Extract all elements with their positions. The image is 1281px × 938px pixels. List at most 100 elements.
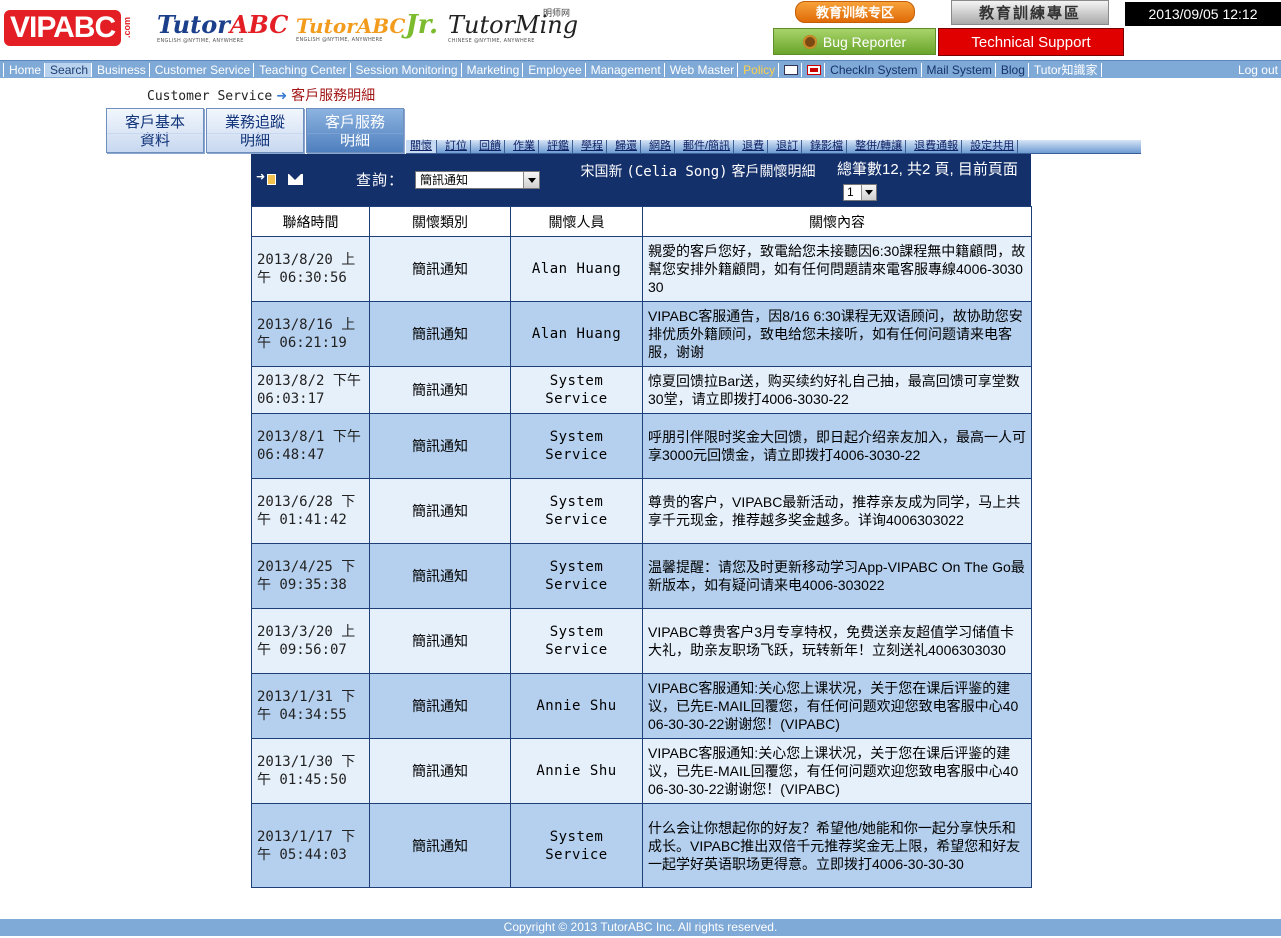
bug-icon — [802, 35, 817, 49]
arrow-right-icon: ➜ — [276, 89, 288, 104]
subtab-merge-transfer[interactable]: 整併/轉讓 — [847, 140, 907, 153]
pagination-info: 總筆數12, 共2 頁, 目前頁面 1 — [837, 161, 1018, 201]
footer-copyright: Copyright © 2013 TutorABC Inc. All right… — [0, 919, 1281, 936]
subtab-refund[interactable]: 退費 — [734, 140, 769, 153]
nav-blog[interactable]: Blog — [996, 62, 1029, 77]
page-select[interactable]: 1 — [843, 184, 877, 201]
training-zone-button[interactable]: 教育训练专区 — [795, 1, 915, 23]
query-label: 查詢： — [356, 172, 405, 189]
care-content-cell: VIPABC客服通知:关心您上课状况，关于您在课后评鉴的建议，已先E-MAIL回… — [642, 673, 1032, 739]
nav-business[interactable]: Business — [92, 62, 150, 77]
care-staff-cell: System Service — [510, 478, 643, 544]
phone-icon — [807, 64, 822, 75]
vipabc-logo[interactable]: VIPABC .com — [4, 9, 142, 47]
subtab-return[interactable]: 歸還 — [607, 140, 641, 153]
care-content-cell: 温馨提醒：请您及时更新移动学习App-VIPABC On The Go最新版本，… — [642, 543, 1032, 609]
care-type-cell: 簡訊通知 — [369, 478, 511, 544]
care-type-cell: 簡訊通知 — [369, 236, 511, 302]
care-staff-cell: Annie Shu — [510, 738, 643, 804]
subtab-unsubscribe[interactable]: 退訂 — [768, 140, 803, 153]
main-nav: Home Search Business Customer Service Te… — [0, 60, 1281, 78]
table-row: 2013/8/20 上午 06:30:56 簡訊通知 Alan Huang 親愛的客戶… — [251, 236, 1032, 302]
subtab-booking[interactable]: 訂位 — [437, 140, 471, 153]
current-datetime: 2013/09/05 12:12 — [1125, 2, 1281, 26]
nav-home[interactable]: Home — [3, 62, 46, 77]
message-icon — [784, 64, 799, 75]
nav-session-monitoring[interactable]: Session Monitoring — [351, 62, 462, 77]
care-type-cell: 簡訊通知 — [369, 366, 511, 414]
care-content-cell: 什么会让你想起你的好友？希望他/她能和你一起分享快乐和成长。VIPABC推出双倍… — [642, 803, 1032, 888]
care-type-cell: 簡訊通知 — [369, 301, 511, 367]
nav-employee[interactable]: Employee — [523, 62, 586, 77]
training-zone-tw-button[interactable]: 教育訓練專區 — [951, 0, 1109, 25]
care-staff-cell: System Service — [510, 543, 643, 609]
contact-time-cell: 2013/8/20 上午 06:30:56 — [251, 236, 370, 302]
table-body: 2013/8/20 上午 06:30:56 簡訊通知 Alan Huang 親愛的客戶… — [251, 236, 1032, 888]
logout-link[interactable]: Log out — [1238, 63, 1278, 77]
care-staff-cell: System Service — [510, 803, 643, 888]
tab-customer-basic-info[interactable]: 客戶基本 資料 — [106, 108, 204, 153]
panel-title: 宋国新 (Celia Song) 客戶關懷明細 — [580, 163, 816, 180]
nav-message[interactable] — [779, 62, 803, 77]
nav-policy[interactable]: Policy — [738, 62, 780, 77]
chevron-down-icon — [861, 185, 876, 200]
subtab-care[interactable]: 關懷 — [406, 140, 437, 153]
tutorming-logo[interactable]: 明师网 TutorMing CHINESE @NYTIME, ANYWHERE — [448, 6, 578, 50]
header: VIPABC .com TutorABC ENGLISH @NYTIME, AN… — [0, 0, 1281, 58]
care-staff-cell: System Service — [510, 608, 643, 674]
care-type-cell: 簡訊通知 — [369, 608, 511, 674]
care-records-table: 聯絡時間 關懷類別 關懷人員 關懷內容 2013/8/20 上午 06:30:5… — [251, 206, 1032, 888]
care-type-cell: 簡訊通知 — [369, 413, 511, 479]
subtab-evaluation[interactable]: 評鑑 — [539, 140, 573, 153]
tab-business-tracking[interactable]: 業務追蹤 明細 — [206, 108, 304, 153]
tutorabc-logo[interactable]: TutorABC ENGLISH @NYTIME, ANYWHERE — [157, 6, 288, 50]
subtab-network[interactable]: 網路 — [641, 140, 675, 153]
mail-icon[interactable] — [288, 174, 303, 185]
nav-phone[interactable] — [802, 62, 826, 77]
nav-checkin-system[interactable]: CheckIn System — [825, 62, 922, 77]
table-row: 2013/1/31 下午 04:34:55 簡訊通知 Annie Shu VIPABC… — [251, 673, 1032, 739]
contact-time-cell: 2013/1/30 下午 01:45:50 — [251, 738, 370, 804]
subtab-recordings[interactable]: 錄影檔 — [802, 140, 848, 153]
nav-tutor-knowledge[interactable]: Tutor知識家 — [1029, 62, 1102, 77]
subtab-homework[interactable]: 作業 — [505, 140, 539, 153]
nav-customer-service[interactable]: Customer Service — [150, 62, 255, 77]
table-row: 2013/3/20 上午 09:56:07 簡訊通知 System Service V… — [251, 608, 1032, 674]
nav-mail-system[interactable]: Mail System — [922, 62, 996, 77]
subtab-feedback[interactable]: 回饋 — [471, 140, 505, 153]
contact-time-cell: 2013/3/20 上午 09:56:07 — [251, 608, 370, 674]
table-row: 2013/1/17 下午 05:44:03 簡訊通知 System Service 什… — [251, 803, 1032, 888]
care-staff-cell: System Service — [510, 413, 643, 479]
care-staff-cell: Alan Huang — [510, 301, 643, 367]
contact-time-cell: 2013/1/17 下午 05:44:03 — [251, 803, 370, 888]
technical-support-button[interactable]: Technical Support — [938, 28, 1124, 56]
breadcrumb-section[interactable]: Customer Service — [147, 89, 272, 104]
care-content-cell: 惊夏回馈拉Bar送，购买续约好礼自己抽，最高回馈可享堂数30堂，请立即拨打400… — [642, 366, 1032, 414]
nav-search[interactable]: Search — [45, 62, 93, 77]
table-row: 2013/8/2 下午 06:03:17 簡訊通知 System Service 惊夏… — [251, 366, 1032, 414]
sub-tab-bar: 關懷 訂位 回饋 作業 評鑑 學程 歸還 網路 郵件/簡訊 退費 退訂 錄影檔 … — [406, 140, 1141, 154]
subtab-mail-sms[interactable]: 郵件/簡訊 — [675, 140, 735, 153]
nav-management[interactable]: Management — [586, 62, 665, 77]
contact-time-cell: 2013/4/25 下午 09:35:38 — [251, 543, 370, 609]
tutorabc-jr-logo[interactable]: TutorABCJr. ENGLISH @NYTIME, ANYWHERE — [296, 6, 438, 50]
nav-marketing[interactable]: Marketing — [462, 62, 524, 77]
care-content-cell: VIPABC客服通知:关心您上课状况，关于您在课后评鉴的建议，已先E-MAIL回… — [642, 738, 1032, 804]
subtab-refund-notice[interactable]: 退費通報 — [906, 140, 963, 153]
export-icon[interactable] — [256, 170, 276, 185]
nav-web-master[interactable]: Web Master — [665, 62, 739, 77]
nav-teaching-center[interactable]: Teaching Center — [254, 62, 351, 77]
subtab-sharing-settings[interactable]: 設定共用 — [962, 140, 1019, 153]
contact-time-cell: 2013/6/28 下午 01:41:42 — [251, 478, 370, 544]
query-type-select[interactable]: 簡訊通知 — [415, 171, 540, 189]
care-content-cell: VIPABC尊贵客户3月专享特权，免费送亲友超值学习储值卡大礼，助亲友职场飞跃，… — [642, 608, 1032, 674]
table-row: 2013/6/28 下午 01:41:42 簡訊通知 System Service 尊… — [251, 478, 1032, 544]
table-row: 2013/8/16 上午 06:21:19 簡訊通知 Alan Huang VIPAB… — [251, 301, 1032, 367]
column-header: 關懷人員 — [510, 206, 643, 237]
contact-time-cell: 2013/8/2 下午 06:03:17 — [251, 366, 370, 414]
tab-customer-service-detail[interactable]: 客戶服務 明細 — [306, 108, 404, 153]
bug-reporter-button[interactable]: Bug Reporter — [773, 28, 936, 55]
column-header: 聯絡時間 — [251, 206, 370, 237]
care-staff-cell: Annie Shu — [510, 673, 643, 739]
subtab-program[interactable]: 學程 — [573, 140, 607, 153]
